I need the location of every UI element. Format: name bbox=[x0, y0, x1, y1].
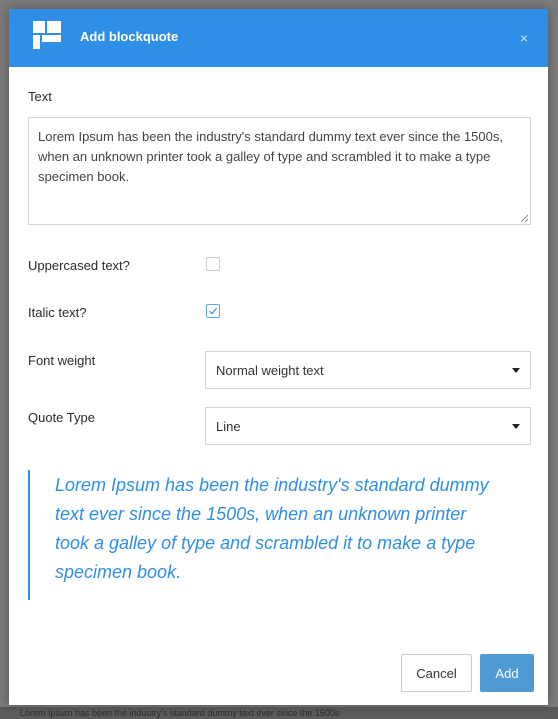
italic-checkbox[interactable] bbox=[206, 304, 220, 318]
modal-title: Add blockquote bbox=[80, 29, 179, 44]
quote-line-bar bbox=[28, 470, 30, 600]
blocks-logo-icon bbox=[33, 21, 61, 49]
uppercase-checkbox[interactable] bbox=[206, 257, 220, 271]
close-icon[interactable]: × bbox=[517, 31, 531, 45]
quote-type-label: Quote Type bbox=[28, 410, 95, 425]
modal-header: Add blockquote × bbox=[9, 9, 548, 67]
italic-label: Italic text? bbox=[28, 305, 87, 320]
background-footer-text: Lorem Ipsum has been the industry's stan… bbox=[20, 708, 340, 718]
add-button[interactable]: Add bbox=[480, 654, 534, 692]
blockquote-preview: Lorem Ipsum has been the industry's stan… bbox=[55, 475, 489, 582]
uppercase-label: Uppercased text? bbox=[28, 258, 130, 273]
cancel-button[interactable]: Cancel bbox=[401, 654, 472, 692]
caret-down-icon bbox=[512, 424, 520, 429]
caret-down-icon bbox=[512, 368, 520, 373]
font-weight-value: Normal weight text bbox=[216, 363, 324, 378]
font-weight-label: Font weight bbox=[28, 353, 96, 368]
quote-type-value: Line bbox=[216, 419, 241, 434]
add-blockquote-modal: Add blockquote × Text Lorem Ipsum has be… bbox=[9, 9, 548, 705]
check-icon bbox=[209, 307, 218, 315]
quote-text-input[interactable]: Lorem Ipsum has been the industry's stan… bbox=[28, 117, 531, 225]
font-weight-select[interactable]: Normal weight text bbox=[205, 351, 531, 389]
resize-grip-icon[interactable] bbox=[520, 214, 529, 223]
quote-type-select[interactable]: Line bbox=[205, 407, 531, 445]
text-label: Text bbox=[28, 89, 52, 104]
